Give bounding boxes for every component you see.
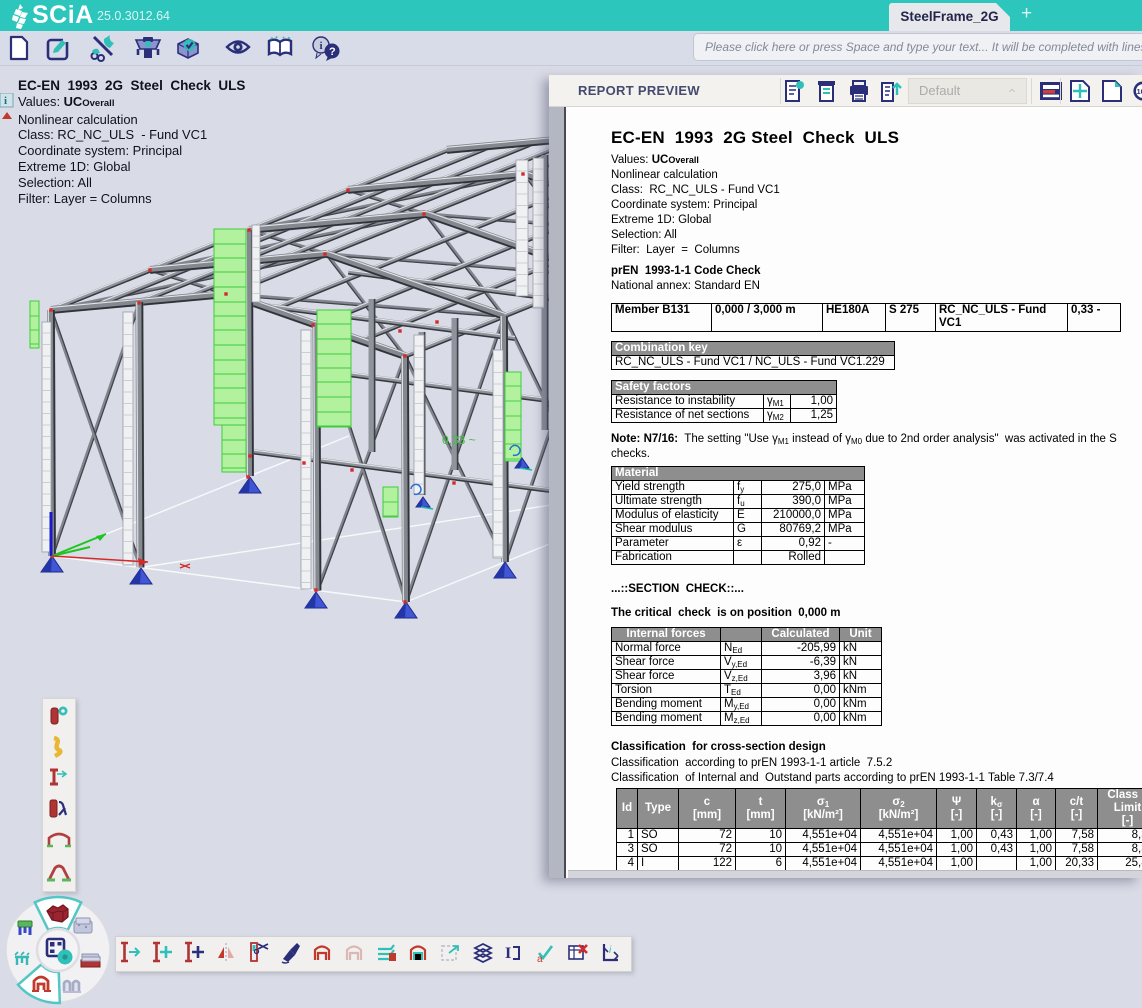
svg-text:?: ? bbox=[329, 46, 336, 58]
svg-text:100: 100 bbox=[1137, 87, 1142, 96]
svg-text:i: i bbox=[320, 40, 323, 52]
svg-text:I: I bbox=[505, 945, 511, 962]
svg-text:i: i bbox=[4, 95, 7, 107]
svg-text:0,33 ~: 0,33 ~ bbox=[442, 433, 476, 447]
svg-text:i: i bbox=[609, 945, 612, 956]
svg-text:a: a bbox=[537, 954, 543, 965]
